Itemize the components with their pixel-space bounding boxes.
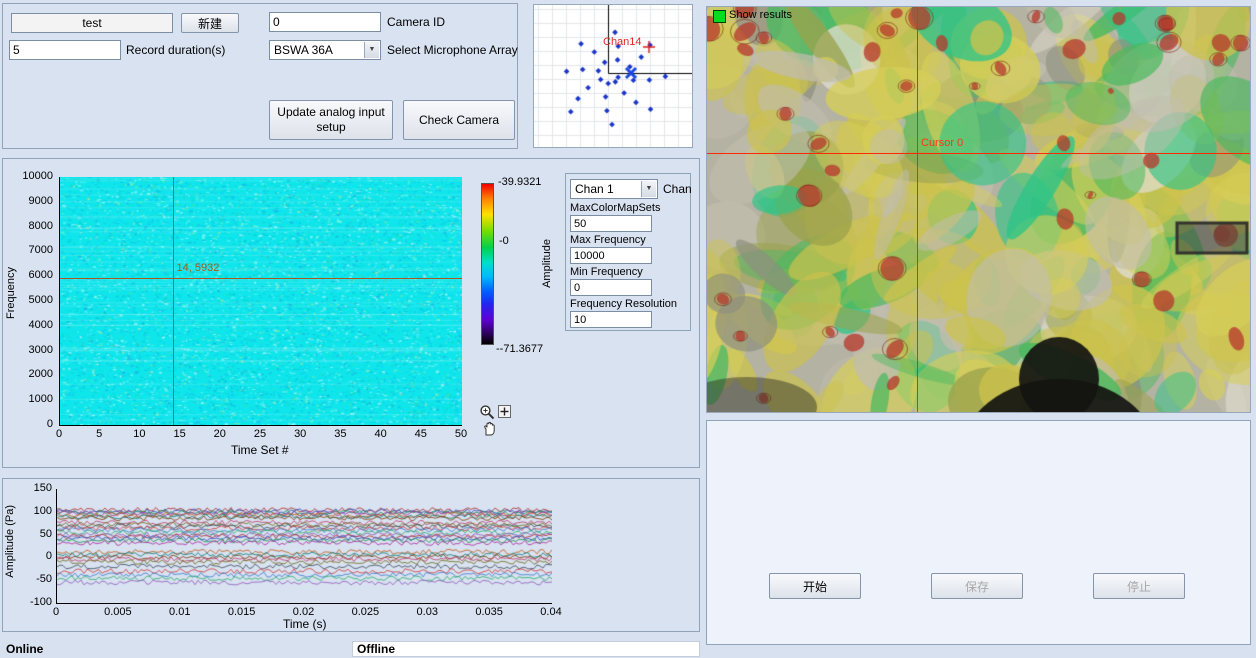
save-button[interactable]: 保存 <box>931 573 1023 599</box>
x-tick-label: 0.03 <box>407 606 447 618</box>
offline-status-field: Offline <box>352 641 700 657</box>
array-geometry-plot: Chan14 <box>533 4 693 148</box>
spectrogram-ylabel: Frequency <box>5 267 17 319</box>
maxcolormapsets-input[interactable] <box>570 215 652 232</box>
new-button[interactable]: 新建 <box>181 13 239 33</box>
waveform-panel: Amplitude (Pa) 150100500-50-100 00.0050.… <box>2 478 700 632</box>
offline-status-text: Offline <box>357 642 395 656</box>
y-tick-label: 9000 <box>3 195 53 207</box>
x-tick-label: 0 <box>36 606 76 618</box>
camera-view: Cursor 0 Show results <box>706 6 1251 413</box>
chevron-down-icon: ▼ <box>364 42 379 58</box>
x-tick-label: 5 <box>83 428 115 440</box>
x-tick-label: 35 <box>324 428 356 440</box>
analysis-controls-panel: Chan 1 ▼ Chan MaxColorMapSets Max Freque… <box>565 173 691 331</box>
x-tick-label: 0.035 <box>469 606 509 618</box>
waveform-xlabel: Time (s) <box>283 617 327 631</box>
start-button[interactable]: 开始 <box>769 573 861 599</box>
spectrogram-canvas[interactable] <box>60 177 462 425</box>
y-tick-label: 10000 <box>3 170 53 182</box>
camera-canvas[interactable] <box>707 7 1250 412</box>
record-duration-label: Record duration(s) <box>126 43 225 57</box>
x-tick-label: 25 <box>244 428 276 440</box>
colorbar-max-label: -39.9321 <box>498 176 541 188</box>
colorbar-amplitude-label: Amplitude <box>541 239 553 288</box>
x-tick-label: 30 <box>284 428 316 440</box>
channel-select[interactable]: Chan 1 ▼ <box>570 179 658 199</box>
app-window: 新建 Record duration(s) Camera ID BSWA 36A… <box>0 0 1256 658</box>
pan-tool-icon[interactable] <box>482 421 498 436</box>
x-tick-label: 0.015 <box>222 606 262 618</box>
y-tick-label: -100 <box>3 596 52 608</box>
x-tick-label: 0.005 <box>98 606 138 618</box>
project-name-input[interactable] <box>11 13 173 33</box>
waveform-canvas[interactable] <box>57 489 552 603</box>
spectrogram-xlabel: Time Set # <box>231 443 289 457</box>
maxcolormapsets-label: MaxColorMapSets <box>570 202 660 214</box>
colorbar-zero-label: -0 <box>499 235 509 247</box>
colorbar <box>481 183 494 345</box>
y-tick-label: 4000 <box>3 319 53 331</box>
y-tick-label: 150 <box>3 482 52 494</box>
mic-array-select[interactable]: BSWA 36A ▼ <box>269 40 381 60</box>
x-tick-label: 45 <box>405 428 437 440</box>
x-tick-label: 20 <box>204 428 236 440</box>
array-geometry-canvas[interactable] <box>534 5 692 147</box>
x-tick-label: 15 <box>164 428 196 440</box>
spectrogram-panel: Frequency 100009000800070006000500040003… <box>2 158 700 468</box>
stop-button[interactable]: 停止 <box>1093 573 1185 599</box>
acquisition-settings-panel: 新建 Record duration(s) Camera ID BSWA 36A… <box>2 3 518 149</box>
x-tick-label: 40 <box>365 428 397 440</box>
y-tick-label: 0 <box>3 418 53 430</box>
chevron-down-icon: ▼ <box>641 181 656 197</box>
max-frequency-label: Max Frequency <box>570 234 646 246</box>
camera-id-input[interactable] <box>269 12 381 32</box>
show-results-checkbox[interactable] <box>713 10 726 23</box>
y-tick-label: 3000 <box>3 344 53 356</box>
camera-id-label: Camera ID <box>387 15 445 29</box>
waveform-plot[interactable] <box>56 489 552 604</box>
mic-array-value: BSWA 36A <box>274 43 333 57</box>
x-tick-label: 0.04 <box>531 606 571 618</box>
check-camera-button[interactable]: Check Camera <box>403 100 515 140</box>
waveform-ylabel: Amplitude (Pa) <box>4 505 16 578</box>
cursor-tool-icon[interactable] <box>498 405 511 418</box>
camera-cursor-hline[interactable] <box>707 153 1250 154</box>
spectrogram-plot[interactable]: 14, 5932 <box>59 177 462 426</box>
online-status-label: Online <box>6 642 43 656</box>
y-tick-label: 2000 <box>3 368 53 380</box>
actions-panel: 开始 保存 停止 <box>706 420 1251 645</box>
frequency-resolution-input[interactable] <box>570 311 652 328</box>
y-tick-label: 8000 <box>3 220 53 232</box>
channel-select-value: Chan 1 <box>575 182 614 196</box>
x-tick-label: 0.025 <box>345 606 385 618</box>
record-duration-input[interactable] <box>9 40 121 60</box>
x-tick-label: 0 <box>43 428 75 440</box>
frequency-resolution-label: Frequency Resolution <box>570 298 677 310</box>
spectrogram-cursor-vline[interactable] <box>173 177 174 425</box>
camera-cursor-vline[interactable] <box>917 7 918 412</box>
zoom-tool-icon[interactable] <box>479 404 496 421</box>
mic-array-label: Select Microphone Array <box>387 43 518 57</box>
min-frequency-input[interactable] <box>570 279 652 296</box>
min-frequency-label: Min Frequency <box>570 266 643 278</box>
x-tick-label: 50 <box>445 428 477 440</box>
colorbar-min-label: --71.3677 <box>496 343 543 355</box>
channel-label: Chan <box>663 182 692 196</box>
x-tick-label: 10 <box>123 428 155 440</box>
y-tick-label: 7000 <box>3 244 53 256</box>
y-tick-label: 1000 <box>3 393 53 405</box>
spectrogram-cursor-hline[interactable] <box>60 278 462 279</box>
max-frequency-input[interactable] <box>570 247 652 264</box>
x-tick-label: 0.01 <box>160 606 200 618</box>
update-analog-input-button[interactable]: Update analog input setup <box>269 100 393 140</box>
